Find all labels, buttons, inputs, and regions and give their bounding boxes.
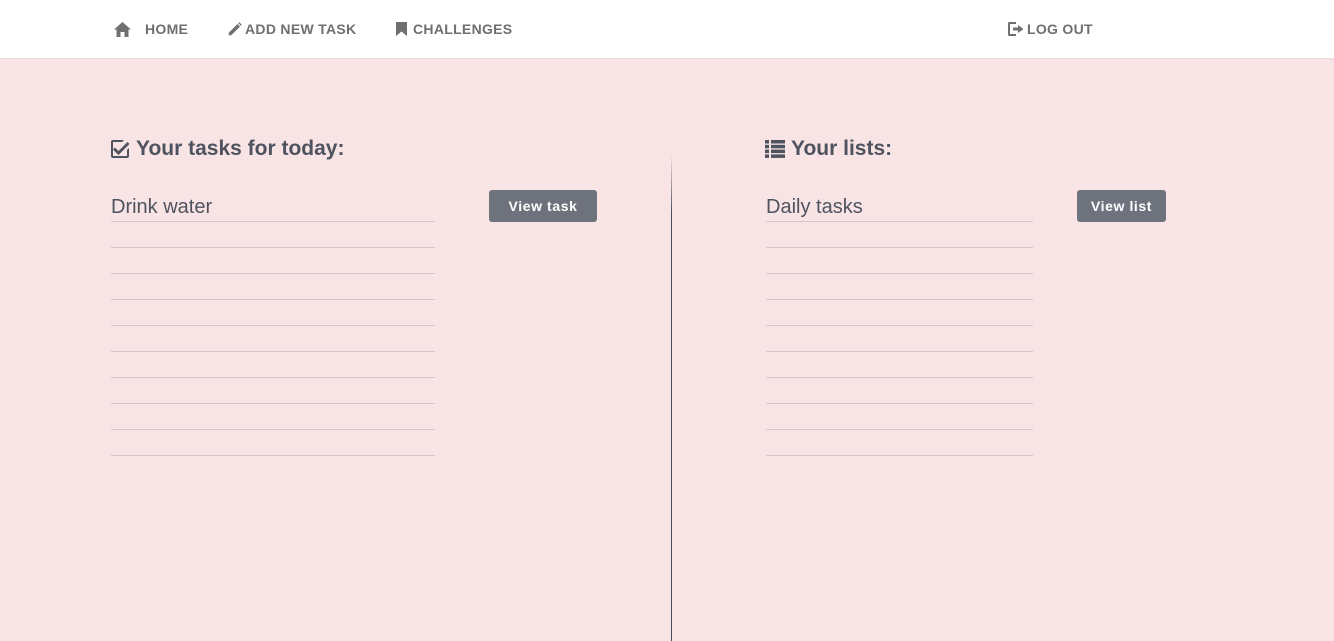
task-row bbox=[111, 352, 435, 378]
nav-logout-link[interactable]: LOG OUT bbox=[1008, 0, 1093, 58]
list-icon bbox=[765, 140, 785, 158]
nav-home-label: HOME bbox=[145, 21, 189, 37]
list-row bbox=[766, 352, 1033, 378]
nav-challenges-label: CHALLENGES bbox=[413, 21, 513, 37]
lists-heading-text: Your lists: bbox=[791, 137, 893, 160]
tasks-heading: Your tasks for today: bbox=[110, 136, 344, 162]
task-row bbox=[111, 326, 435, 352]
home-icon bbox=[114, 21, 131, 37]
top-navbar: HOME ADD NEW TASK CHALLENGES LOG OUT bbox=[0, 0, 1334, 59]
task-row bbox=[111, 222, 435, 248]
nav-challenges-link[interactable]: CHALLENGES bbox=[396, 0, 512, 58]
nav-add-task-link[interactable]: ADD NEW TASK bbox=[228, 0, 356, 58]
logout-icon bbox=[1008, 22, 1024, 36]
view-list-button[interactable]: View list bbox=[1077, 190, 1166, 222]
nav-add-task-label: ADD NEW TASK bbox=[245, 21, 357, 37]
lists-list: Daily tasks bbox=[766, 196, 1033, 457]
tasks-heading-text: Your tasks for today: bbox=[136, 137, 345, 160]
list-row bbox=[766, 404, 1033, 430]
list-row bbox=[766, 222, 1033, 248]
nav-logout-label: LOG OUT bbox=[1027, 21, 1093, 37]
task-row bbox=[111, 274, 435, 300]
list-row: Daily tasks bbox=[766, 196, 1033, 222]
bookmark-icon bbox=[396, 22, 407, 36]
task-row bbox=[111, 248, 435, 274]
checkbox-icon bbox=[111, 140, 130, 158]
tasks-list: Drink water bbox=[111, 196, 435, 457]
list-row bbox=[766, 300, 1033, 326]
list-row bbox=[766, 248, 1033, 274]
task-row: Drink water bbox=[111, 196, 435, 222]
view-task-button[interactable]: View task bbox=[489, 190, 597, 222]
lists-heading: Your lists: bbox=[765, 136, 892, 162]
task-row bbox=[111, 378, 435, 404]
task-row bbox=[111, 300, 435, 326]
pencil-icon bbox=[228, 22, 242, 36]
column-divider bbox=[671, 155, 672, 641]
list-row bbox=[766, 274, 1033, 300]
list-row bbox=[766, 430, 1033, 456]
nav-home-link[interactable]: HOME bbox=[114, 0, 188, 58]
list-row bbox=[766, 326, 1033, 352]
list-row bbox=[766, 378, 1033, 404]
task-row bbox=[111, 430, 435, 456]
task-row bbox=[111, 404, 435, 430]
